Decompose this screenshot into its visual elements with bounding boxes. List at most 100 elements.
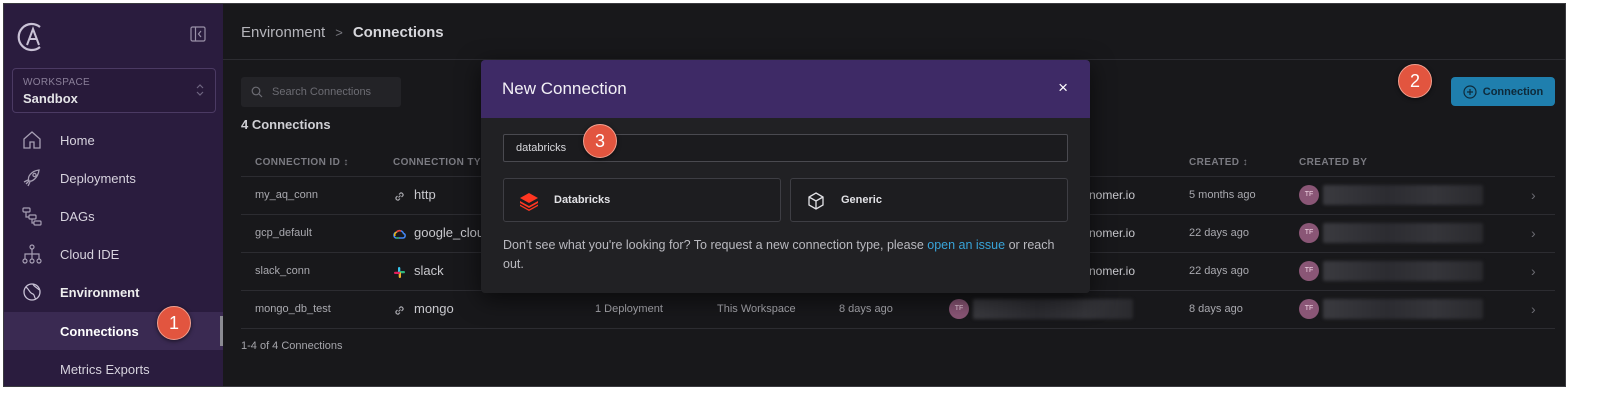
- top-bar: Environment > Connections: [223, 4, 1565, 60]
- nav-connections-label: Connections: [60, 323, 139, 339]
- nav-environment-label: Environment: [60, 284, 140, 300]
- chevron-right-icon[interactable]: ›: [1517, 176, 1555, 215]
- workspace-label: WORKSPACE: [23, 77, 90, 88]
- astronomer-logo-icon[interactable]: [14, 20, 48, 54]
- pagination-count: 1-4 of 4 Connections: [241, 340, 343, 352]
- col-created[interactable]: CREATED ↕: [1175, 150, 1285, 177]
- updated-by-cell: TF: [935, 290, 1175, 329]
- connection-type: mongo: [379, 290, 581, 329]
- add-connection-button[interactable]: Connection: [1451, 77, 1555, 106]
- dag-icon: [22, 207, 42, 226]
- breadcrumb-environment[interactable]: Environment: [241, 24, 325, 41]
- nav-deployments-label: Deployments: [60, 170, 136, 186]
- nav-home[interactable]: Home: [4, 121, 223, 159]
- link-icon: [395, 305, 404, 315]
- updated-cell: 8 days ago: [825, 290, 935, 329]
- connection-type-label: google_cloud: [414, 225, 492, 241]
- connection-id: mongo_db_test: [241, 290, 379, 329]
- created-cell: 22 days ago: [1175, 252, 1285, 291]
- plus-circle-icon: [1463, 84, 1477, 99]
- close-icon[interactable]: ×: [1058, 79, 1068, 96]
- table-row[interactable]: mongo_db_test mongo 1 Deployment This Wo…: [241, 290, 1555, 329]
- nav-environment[interactable]: Environment: [4, 273, 223, 311]
- databricks-option[interactable]: Databricks: [503, 178, 781, 222]
- nav-metrics-exports-label: Metrics Exports: [60, 361, 150, 377]
- created-by-cell: TF: [1285, 252, 1517, 291]
- globe-icon: [23, 283, 41, 301]
- open-issue-link[interactable]: open an issue: [927, 238, 1005, 252]
- help-text-before: Don't see what you're looking for? To re…: [503, 238, 928, 252]
- nav-cloud-ide[interactable]: Cloud IDE: [4, 235, 223, 273]
- connection-id: my_aq_conn: [241, 176, 379, 215]
- connection-type-label: http: [414, 187, 436, 203]
- databricks-icon: [520, 193, 538, 211]
- workspace-name: Sandbox: [23, 91, 78, 106]
- redacted-name: [1323, 185, 1483, 205]
- app-window: WORKSPACE Sandbox Home Deployments DAGs …: [3, 3, 1566, 387]
- connection-id: slack_conn: [241, 252, 379, 291]
- col-created-by: CREATED BY: [1285, 150, 1517, 177]
- generic-option[interactable]: Generic: [790, 178, 1068, 222]
- avatar: TF: [1299, 299, 1319, 319]
- nav-dags-label: DAGs: [60, 208, 95, 224]
- chevron-right-icon[interactable]: ›: [1517, 252, 1555, 291]
- nav-metrics-exports[interactable]: Metrics Exports: [4, 350, 223, 386]
- chevron-right-icon[interactable]: ›: [1517, 290, 1555, 329]
- link-icon: [395, 191, 404, 201]
- nav-home-label: Home: [60, 132, 95, 148]
- search-value: databricks: [516, 142, 567, 154]
- avatar: TF: [949, 299, 969, 319]
- callout-badge-1: 1: [157, 306, 191, 340]
- redacted-name: [1323, 261, 1483, 281]
- created-by-cell: TF: [1285, 214, 1517, 253]
- avatar: TF: [1299, 261, 1319, 281]
- rocket-icon: [23, 169, 40, 187]
- search-placeholder: Search Connections: [272, 86, 372, 98]
- home-icon: [23, 131, 41, 149]
- created-cell: 8 days ago: [1175, 290, 1285, 329]
- cloud-ide-icon: [22, 244, 42, 264]
- breadcrumb-separator: >: [335, 25, 343, 40]
- created-cell: 5 months ago: [1175, 176, 1285, 215]
- new-connection-modal: New Connection × databricks Databricks G…: [481, 60, 1090, 293]
- redacted-name: [973, 299, 1133, 319]
- callout-badge-3: 3: [583, 124, 617, 158]
- modal-title: New Connection: [502, 79, 627, 98]
- nav-dags[interactable]: DAGs: [4, 197, 223, 235]
- generic-label: Generic: [841, 194, 882, 206]
- google-cloud-icon: [393, 229, 406, 239]
- search-input[interactable]: Search Connections: [241, 77, 401, 107]
- connection-type-label: mongo: [414, 301, 454, 317]
- avatar: TF: [1299, 223, 1319, 243]
- connection-id: gcp_default: [241, 214, 379, 253]
- created-by-cell: TF: [1285, 176, 1517, 215]
- databricks-label: Databricks: [554, 194, 611, 206]
- created-by-cell: TF: [1285, 290, 1517, 329]
- col-chevron: [1517, 150, 1555, 177]
- breadcrumb-current: Connections: [352, 24, 444, 41]
- cube-icon: [808, 192, 824, 210]
- modal-header: New Connection ×: [481, 60, 1090, 118]
- sidebar: WORKSPACE Sandbox Home Deployments DAGs …: [4, 4, 223, 386]
- scope-cell: This Workspace: [703, 290, 825, 329]
- collapse-sidebar-icon[interactable]: [190, 26, 206, 42]
- connection-type-label: slack: [414, 263, 444, 279]
- avatar: TF: [1299, 185, 1319, 205]
- created-cell: 22 days ago: [1175, 214, 1285, 253]
- chevron-right-icon[interactable]: ›: [1517, 214, 1555, 253]
- callout-badge-2: 2: [1398, 64, 1432, 98]
- help-text: Don't see what you're looking for? To re…: [503, 236, 1063, 274]
- slack-icon: [394, 266, 405, 278]
- workspace-selector[interactable]: WORKSPACE Sandbox: [12, 68, 216, 113]
- redacted-name: [1323, 223, 1483, 243]
- search-icon: [251, 86, 263, 98]
- nav-deployments[interactable]: Deployments: [4, 159, 223, 197]
- breadcrumb: Environment > Connections: [241, 24, 444, 41]
- deployments-cell: 1 Deployment: [581, 290, 703, 329]
- redacted-name: [1323, 299, 1483, 319]
- chevron-up-down-icon: [196, 84, 204, 96]
- connections-count-title: 4 Connections: [241, 117, 331, 132]
- col-connection-id[interactable]: CONNECTION ID ↕: [241, 150, 379, 177]
- nav-cloud-ide-label: Cloud IDE: [60, 246, 120, 262]
- add-connection-label: Connection: [1482, 85, 1544, 98]
